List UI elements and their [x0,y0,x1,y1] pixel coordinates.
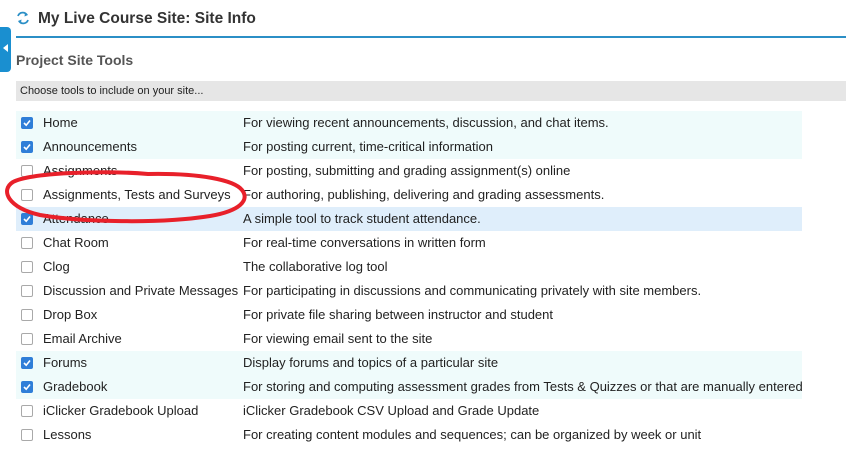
tool-description: The collaborative log tool [243,259,388,274]
tool-description: A simple tool to track student attendanc… [243,211,481,226]
tool-name[interactable]: Lessons [43,423,91,447]
tools-list: Home For viewing recent announcements, di… [16,111,803,447]
tool-description: For posting, submitting and grading assi… [243,163,571,178]
tool-name[interactable]: Chat Room [43,231,109,255]
tool-checkbox[interactable] [21,141,33,153]
tool-description: For participating in discussions and com… [243,283,702,298]
tool-description: For posting current, time-critical infor… [243,139,493,154]
tool-checkbox[interactable] [21,117,33,129]
tool-checkbox[interactable] [21,357,33,369]
tool-checkbox[interactable] [21,309,33,321]
tool-row: Assignments For posting, submitting and g… [16,159,802,183]
tool-description: For private file sharing between instruc… [243,307,554,322]
tool-name[interactable]: Gradebook [43,375,107,399]
tool-row: Chat Room For real-time conversations in … [16,231,802,255]
tool-description: Display forums and topics of a particula… [243,355,499,370]
tool-row: Clog The collaborative log tool [16,255,802,279]
tool-row: Home For viewing recent announcements, di… [16,111,802,135]
tool-row: Gradebook For storing and computing asses… [16,375,803,399]
instructions-bar: Choose tools to include on your site... [16,81,846,101]
tool-description: For viewing email sent to the site [243,331,433,346]
tool-name[interactable]: Clog [43,255,70,279]
collapse-left-icon [3,44,8,52]
tool-name[interactable]: Discussion and Private Messages [43,279,238,303]
checkmark-icon [23,143,31,151]
tool-row: Drop Box For private file sharing between… [16,303,802,327]
tool-checkbox[interactable] [21,237,33,249]
tool-name[interactable]: Assignments, Tests and Surveys [43,183,231,207]
page-title: My Live Course Site: Site Info [38,10,256,27]
tool-name[interactable]: Drop Box [43,303,97,327]
tool-name[interactable]: Home [43,111,78,135]
tool-name[interactable]: Attendance [43,207,109,231]
sidebar-collapse-tab[interactable] [0,27,11,72]
tool-row: Lessons For creating content modules and … [16,423,802,447]
tool-description: For real-time conversations in written f… [243,235,486,250]
tool-name[interactable]: Assignments [43,159,117,183]
tool-checkbox[interactable] [21,429,33,441]
tool-row: Assignments, Tests and Surveys For author… [16,183,802,207]
checkmark-icon [23,215,31,223]
tool-row: Announcements For posting current, time-c… [16,135,802,159]
tool-checkbox[interactable] [21,189,33,201]
tool-name[interactable]: Forums [43,351,87,375]
tool-row: Attendance A simple tool to track student… [16,207,802,231]
tool-description: For storing and computing assessment gra… [243,379,803,394]
tool-checkbox[interactable] [21,381,33,393]
page-header: My Live Course Site: Site Info [16,8,846,38]
tool-description: For creating content modules and sequenc… [243,427,702,442]
tool-description: For authoring, publishing, delivering an… [243,187,605,202]
tool-name[interactable]: Announcements [43,135,137,159]
tool-checkbox[interactable] [21,165,33,177]
tool-row: Email Archive For viewing email sent to t… [16,327,802,351]
site-info-page: My Live Course Site: Site Info Project S… [0,0,846,450]
refresh-icon[interactable] [16,11,30,25]
tool-checkbox[interactable] [21,213,33,225]
checkmark-icon [23,359,31,367]
tool-row: Forums Display forums and topics of a par… [16,351,802,375]
section-title: Project Site Tools [16,52,134,68]
tool-name[interactable]: Email Archive [43,327,122,351]
tool-checkbox[interactable] [21,333,33,345]
tool-checkbox[interactable] [21,261,33,273]
tool-name[interactable]: iClicker Gradebook Upload [43,399,198,423]
checkmark-icon [23,383,31,391]
tool-row: iClicker Gradebook Upload iClicker Gradeb… [16,399,802,423]
tool-description: iClicker Gradebook CSV Upload and Grade … [243,403,540,418]
tool-checkbox[interactable] [21,285,33,297]
checkmark-icon [23,119,31,127]
tool-description: For viewing recent announcements, discus… [243,115,609,130]
tool-checkbox[interactable] [21,405,33,417]
tool-row: Discussion and Private Messages For parti… [16,279,802,303]
